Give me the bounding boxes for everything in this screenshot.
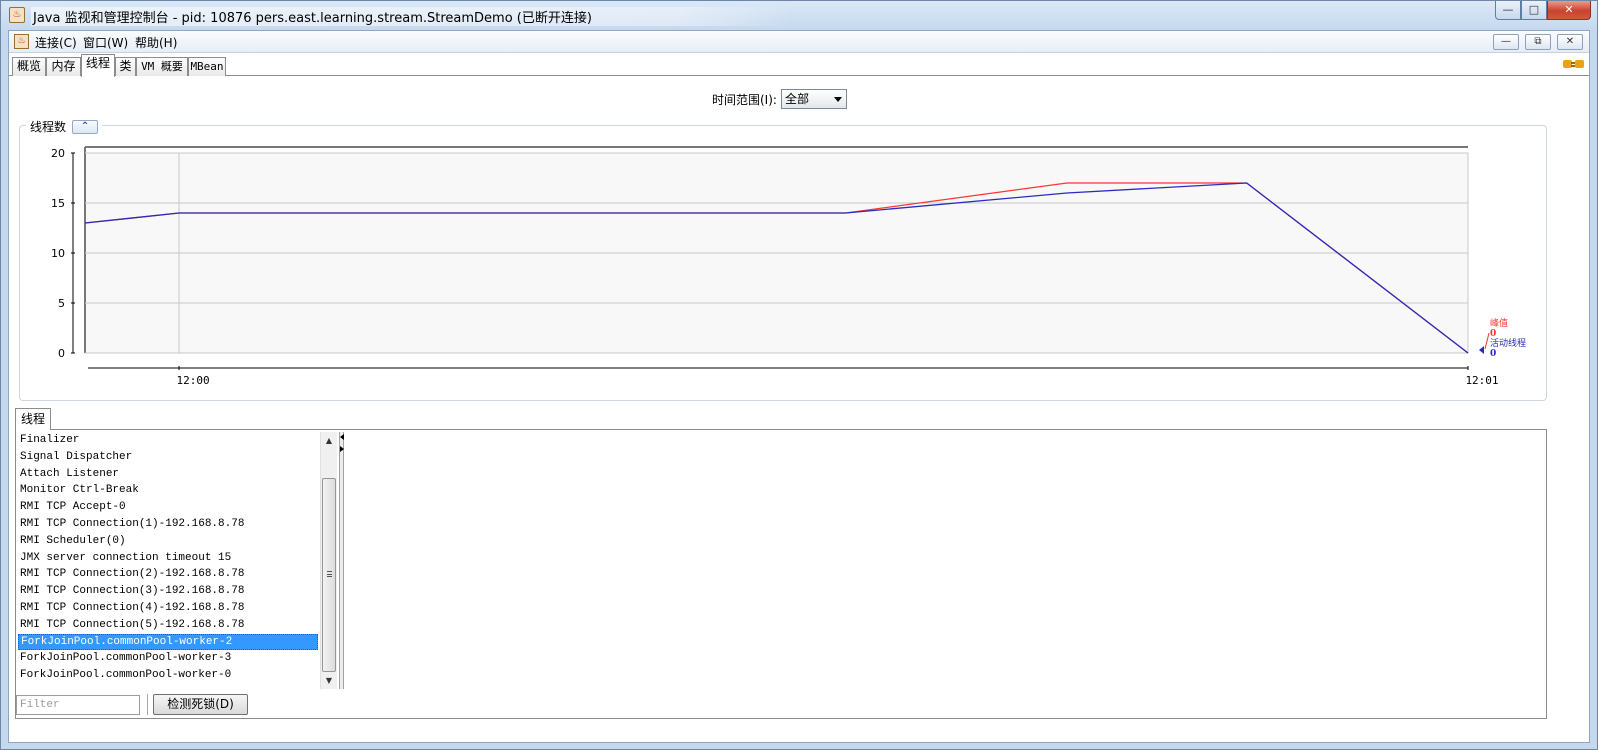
frame-close-button[interactable]: ✕ — [1557, 34, 1583, 50]
thread-list-item[interactable]: Signal Dispatcher — [18, 449, 318, 466]
java-coffee-icon[interactable]: ♨ — [14, 34, 29, 49]
chevron-down-icon — [833, 97, 842, 102]
main-tabs: 概览 内存 线程 类 VM 概要 MBean — [9, 54, 1589, 77]
thread-list-item[interactable]: RMI TCP Connection(2)-192.168.8.78 — [18, 566, 318, 583]
legend-label: 活动线程 — [1490, 337, 1526, 349]
legend-label: 峰值 — [1490, 317, 1508, 329]
disconnected-plug-icon — [1563, 57, 1585, 71]
scroll-up-icon[interactable]: ▲ — [321, 432, 337, 449]
split-left-arrow-icon[interactable] — [340, 434, 344, 440]
current-value-marker — [1479, 346, 1484, 354]
y-tick-label: 15 — [51, 197, 65, 210]
thread-list-item[interactable]: Monitor Ctrl-Break — [18, 482, 318, 499]
legend-value: 0 — [1490, 349, 1496, 359]
legend-connector — [1484, 332, 1490, 350]
thread-list: Finalizer Signal Dispatcher Attach Listene… — [18, 432, 318, 689]
maximize-button[interactable]: □ — [1521, 1, 1547, 20]
thread-list-scrollbar[interactable]: ▲ ▼ — [320, 432, 337, 689]
detect-deadlock-button[interactable]: 检测死锁(D) — [153, 694, 248, 715]
x-tick-label: 12:00 — [176, 374, 209, 387]
tab-classes[interactable]: 类 — [115, 57, 136, 76]
close-button[interactable]: ✕ — [1547, 1, 1591, 20]
frame-restore-button[interactable]: ⧉ — [1525, 34, 1551, 50]
client-area: ♨ 连接(C) 窗口(W) 帮助(H) — ⧉ ✕ 概览 内存 线程 类 VM … — [8, 30, 1590, 743]
java-coffee-icon: ♨ — [9, 7, 25, 23]
y-tick-label: 10 — [51, 247, 65, 260]
tab-mbean[interactable]: MBean — [188, 57, 226, 76]
tab-threads[interactable]: 线程 — [81, 54, 115, 77]
toolbar-separator — [147, 694, 149, 715]
split-right-arrow-icon[interactable] — [340, 446, 344, 452]
thread-list-item[interactable]: Attach Listener — [18, 466, 318, 483]
thread-list-item[interactable]: RMI TCP Connection(3)-192.168.8.78 — [18, 583, 318, 600]
y-tick-label: 20 — [51, 147, 65, 160]
thread-list-item[interactable]: ForkJoinPool.commonPool-worker-3 — [18, 650, 318, 667]
tab-memory[interactable]: 内存 — [46, 57, 81, 76]
frame-minimize-button[interactable]: — — [1493, 34, 1519, 50]
thread-count-panel: 线程数 ⌃ 0 5 10 15 20 12:00 12:01 峰值 0 活动线程 0 — [19, 118, 1547, 401]
threads-subtab[interactable]: 线程 — [15, 408, 51, 430]
scroll-down-icon[interactable]: ▼ — [321, 672, 337, 689]
main-window: ♨ Java 监视和管理控制台 - pid: 10876 pers.east.l… — [0, 0, 1598, 750]
time-range-select[interactable]: 全部 — [780, 89, 847, 109]
thread-count-chart: 0510152012:00 12:01峰值0活动线程0 — [51, 146, 1526, 387]
threads-panel: Finalizer Signal Dispatcher Attach Listene… — [15, 429, 1547, 719]
menu-bar: ♨ 连接(C) 窗口(W) 帮助(H) — ⧉ ✕ — [9, 31, 1589, 53]
x-tick-label: 12:01 — [1465, 374, 1498, 387]
thread-list-item[interactable]: ForkJoinPool.commonPool-worker-0 — [18, 667, 318, 684]
time-range: 时间范围(I): 全部 — [712, 89, 847, 109]
thread-list-item[interactable]: Finalizer — [18, 432, 318, 449]
window-controls: — □ ✕ — [1495, 1, 1591, 20]
thread-list-item[interactable]: RMI TCP Connection(4)-192.168.8.78 — [18, 600, 318, 617]
thread-list-item[interactable]: RMI TCP Connection(1)-192.168.8.78 — [18, 516, 318, 533]
filter-input[interactable]: Filter — [16, 695, 140, 715]
scrollbar-thumb[interactable] — [322, 478, 336, 672]
tab-vm-summary[interactable]: VM 概要 — [136, 57, 188, 76]
time-range-label: 时间范围(I): — [712, 92, 777, 107]
legend-value: 0 — [1490, 329, 1496, 339]
menu-help[interactable]: 帮助(H) — [135, 34, 177, 51]
menu-window[interactable]: 窗口(W) — [83, 34, 128, 51]
split-pane-divider[interactable] — [339, 432, 344, 689]
thread-list-item[interactable]: RMI TCP Accept-0 — [18, 499, 318, 516]
title-bar[interactable]: ♨ Java 监视和管理控制台 - pid: 10876 pers.east.l… — [1, 1, 1597, 29]
internal-frame-controls: — ⧉ ✕ — [1493, 34, 1583, 50]
minimize-button[interactable]: — — [1495, 1, 1521, 20]
thread-list-item[interactable]: RMI TCP Connection(5)-192.168.8.78 — [18, 617, 318, 634]
thread-list-item[interactable]: JMX server connection timeout 15 — [18, 550, 318, 567]
tab-overview[interactable]: 概览 — [12, 57, 46, 76]
menu-connection[interactable]: 连接(C) — [35, 34, 77, 51]
window-title: Java 监视和管理控制台 - pid: 10876 pers.east.lea… — [31, 7, 792, 26]
thread-list-item[interactable]: RMI Scheduler(0) — [18, 533, 318, 550]
y-tick-label: 0 — [58, 347, 65, 360]
thread-list-item[interactable]: ForkJoinPool.commonPool-worker-2 — [18, 633, 318, 651]
y-tick-label: 5 — [58, 297, 65, 310]
time-range-value: 全部 — [784, 92, 809, 106]
